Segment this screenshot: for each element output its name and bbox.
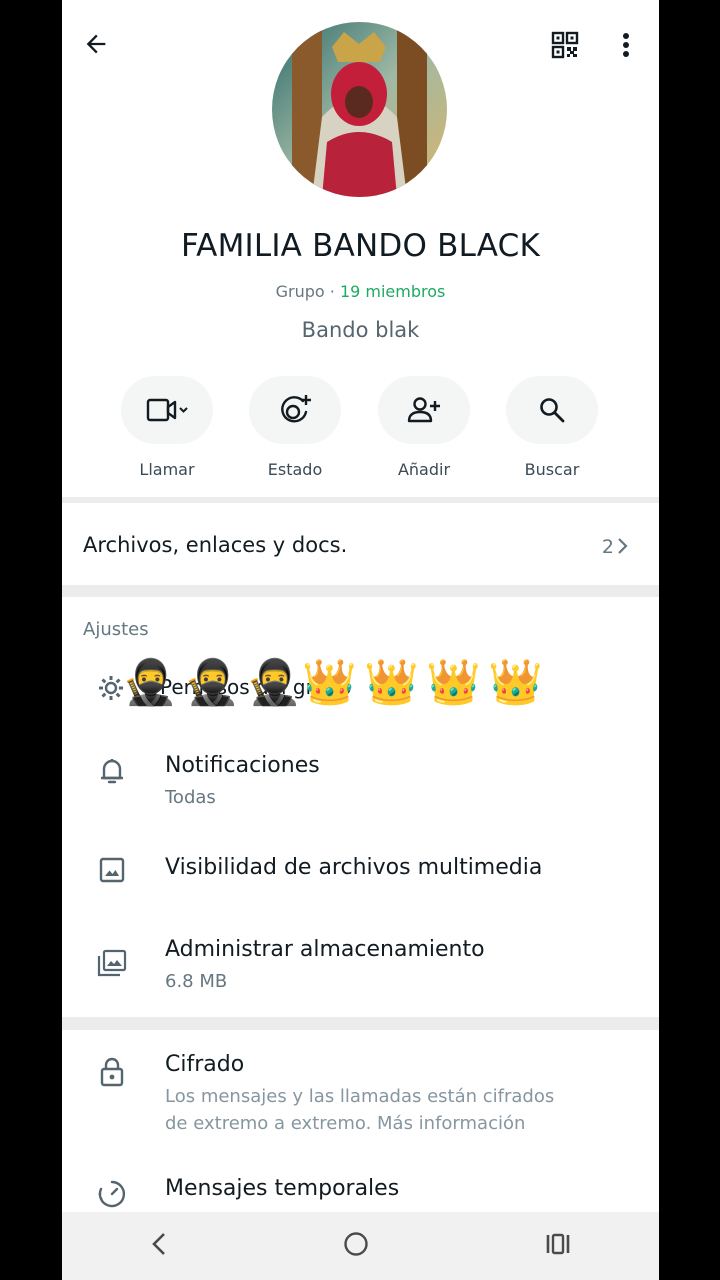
media-links-docs-row[interactable]: Archivos, enlaces y docs. 2: [62, 503, 659, 585]
search-action-button[interactable]: Buscar: [497, 376, 607, 479]
crown-emoji-4: 👑: [488, 657, 543, 708]
search-icon: [506, 376, 598, 444]
back-arrow-icon[interactable]: [78, 26, 114, 62]
encryption-description-line-1: Los mensajes y las llamadas están cifrad…: [165, 1086, 555, 1107]
nav-recents-icon[interactable]: [544, 1230, 572, 1262]
ninja-emoji-3: 🥷: [246, 657, 301, 708]
manage-storage-row[interactable]: Administrar almacenamiento 6.8 MB: [62, 927, 659, 1007]
video-call-icon: [121, 376, 213, 444]
group-avatar[interactable]: [272, 22, 447, 197]
notifications-subtitle: Todas: [165, 787, 216, 808]
nav-home-icon[interactable]: [342, 1230, 370, 1262]
subtitle-separator: ·: [329, 282, 335, 301]
security-card: Cifrado Los mensajes y las llamadas está…: [62, 1030, 659, 1230]
add-person-icon: [378, 376, 470, 444]
crown-emoji-3: 👑: [426, 657, 481, 708]
nav-back-icon[interactable]: [149, 1230, 169, 1262]
storage-icon: [94, 945, 130, 981]
ninja-emoji-1: 🥷: [122, 657, 177, 708]
notifications-row[interactable]: Notificaciones Todas: [62, 737, 659, 817]
status-action-button[interactable]: Estado: [240, 376, 350, 479]
encryption-row[interactable]: Cifrado Los mensajes y las llamadas está…: [62, 1048, 659, 1148]
group-subtitle: Grupo · 19 miembros: [62, 282, 659, 301]
chevron-right-icon: [617, 537, 629, 559]
members-count[interactable]: 19 miembros: [340, 282, 445, 301]
add-action-button[interactable]: Añadir: [369, 376, 479, 479]
crown-emoji-2: 👑: [364, 657, 419, 708]
encryption-title: Cifrado: [165, 1052, 245, 1077]
search-action-label: Buscar: [524, 460, 580, 479]
media-visibility-row[interactable]: Visibilidad de archivos multimedia: [62, 837, 659, 907]
add-action-label: Añadir: [397, 460, 451, 479]
disappearing-messages-title: Mensajes temporales: [165, 1176, 400, 1201]
settings-section-title: Ajustes: [83, 619, 149, 640]
group-description[interactable]: Bando blak: [62, 318, 659, 342]
call-action-label: Llamar: [139, 460, 195, 479]
call-action-button[interactable]: Llamar: [112, 376, 222, 479]
manage-storage-subtitle: 6.8 MB: [165, 971, 228, 992]
status-action-label: Estado: [267, 460, 323, 479]
timer-icon: [94, 1176, 130, 1212]
ninja-emoji-2: 🥷: [184, 657, 239, 708]
status-add-icon: [249, 376, 341, 444]
bell-icon: [94, 753, 130, 789]
qr-code-icon[interactable]: [548, 28, 582, 62]
media-links-docs-label: Archivos, enlaces y docs.: [83, 533, 348, 557]
group-info-screen: FAMILIA BANDO BLACK Grupo · 19 miembros …: [62, 0, 659, 1280]
group-header-card: FAMILIA BANDO BLACK Grupo · 19 miembros …: [62, 0, 659, 497]
media-count: 2: [601, 536, 614, 558]
manage-storage-title: Administrar almacenamiento: [165, 937, 485, 962]
group-name: FAMILIA BANDO BLACK: [180, 228, 541, 264]
encryption-description-line-2: de extremo a extremo. Más información: [165, 1113, 526, 1134]
group-permissions-row[interactable]: Permisos del grupo 🥷 🥷 🥷 👑 👑 👑 👑: [96, 653, 616, 713]
image-icon: [94, 852, 130, 888]
group-type: Grupo: [275, 282, 325, 301]
settings-card: Ajustes Permisos del grupo 🥷 🥷 🥷 👑 👑 👑 👑: [62, 597, 659, 1017]
lock-icon: [94, 1054, 130, 1090]
crown-emoji-1: 👑: [302, 657, 357, 708]
more-vert-icon[interactable]: [614, 28, 638, 62]
system-nav-bar: [62, 1212, 659, 1280]
media-visibility-title: Visibilidad de archivos multimedia: [165, 855, 543, 880]
notifications-title: Notificaciones: [165, 753, 320, 778]
